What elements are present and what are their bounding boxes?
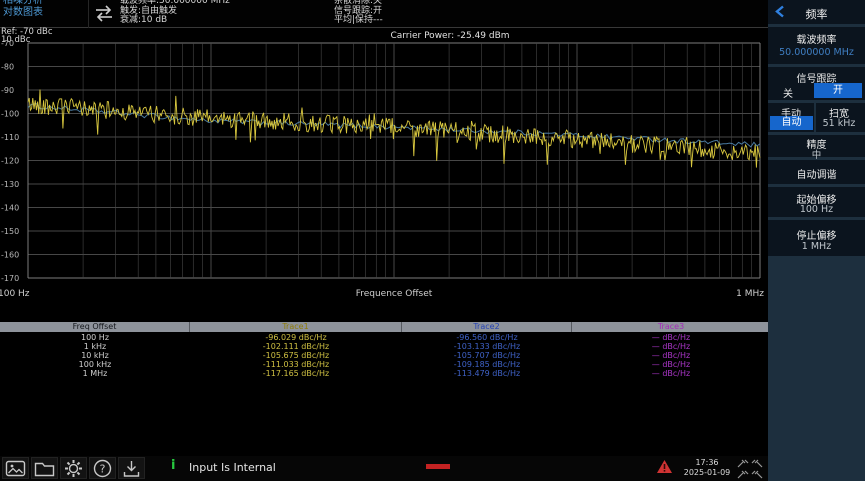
time-label: 17:36 bbox=[680, 458, 734, 468]
signal-tracking-on-option[interactable]: 开 bbox=[814, 83, 862, 98]
cell-trace2: -109.185 dBc/Hz bbox=[402, 360, 572, 369]
svg-text:-160: -160 bbox=[1, 251, 19, 260]
col-header-trace1: Trace1 bbox=[190, 322, 402, 332]
cell-trace2: -113.479 dBc/Hz bbox=[402, 369, 572, 378]
attenuation-readout: 衰减:10 dB bbox=[120, 16, 230, 26]
folder-icon bbox=[34, 460, 55, 477]
cell-trace1: -105.675 dBc/Hz bbox=[190, 351, 402, 360]
screenshot-button[interactable] bbox=[2, 457, 29, 479]
svg-text:-150: -150 bbox=[1, 227, 19, 236]
app-title: 相噪分析 对数图表 bbox=[3, 0, 43, 28]
plug-icon bbox=[737, 459, 749, 468]
svg-text:Frequence Offset: Frequence Offset bbox=[356, 289, 433, 299]
clock[interactable]: 17:36 2025-01-09 bbox=[680, 458, 734, 478]
carrier-frequency-label: 载波频率 bbox=[768, 31, 865, 46]
cell-trace3: — dBc/Hz bbox=[572, 342, 770, 351]
divider bbox=[88, 0, 89, 28]
date-label: 2025-01-09 bbox=[680, 468, 734, 478]
cell-trace1: -117.165 dBc/Hz bbox=[190, 369, 402, 378]
settings-column-1: 载波频率:50.000000 MHz 触发:自由触发 衰减:10 dB bbox=[120, 0, 230, 28]
app-title-line1: 相噪分析 bbox=[3, 0, 43, 7]
input-status-info-icon: i bbox=[171, 458, 175, 473]
cell-trace2: -105.707 dBc/Hz bbox=[402, 351, 572, 360]
col-header-trace3: Trace3 bbox=[572, 322, 770, 332]
connectivity-status bbox=[737, 459, 763, 479]
cell-freq: 100 kHz bbox=[0, 360, 190, 369]
app-title-line2: 对数图表 bbox=[3, 7, 43, 19]
svg-text:?: ? bbox=[100, 462, 106, 475]
settings-button[interactable] bbox=[60, 457, 87, 479]
plug-icon bbox=[737, 470, 749, 479]
span-auto-option[interactable]: 自动 bbox=[770, 116, 813, 130]
table-row: 10 kHz -105.675 dBc/Hz -105.707 dBc/Hz —… bbox=[0, 351, 770, 360]
plug-icon bbox=[751, 459, 763, 468]
cell-freq: 100 Hz bbox=[0, 333, 190, 342]
col-header-freq-offset: Freq Offset bbox=[0, 322, 190, 332]
file-manager-button[interactable] bbox=[31, 457, 58, 479]
svg-text:100 Hz: 100 Hz bbox=[0, 289, 30, 299]
svg-text:-130: -130 bbox=[1, 180, 19, 189]
cell-trace1: -96.029 dBc/Hz bbox=[190, 333, 402, 342]
plug-icon bbox=[751, 470, 763, 479]
gear-icon bbox=[64, 459, 83, 478]
save-icon bbox=[122, 459, 141, 478]
settings-column-2: 杂散消除:关 信号跟踪:开 平均|保持--- bbox=[334, 0, 383, 28]
cell-trace1: -102.111 dBc/Hz bbox=[190, 342, 402, 351]
average-hold-readout: 平均|保持--- bbox=[334, 16, 383, 26]
screenshot-icon bbox=[5, 460, 26, 477]
svg-text:-70: -70 bbox=[1, 40, 14, 48]
help-icon: ? bbox=[93, 459, 112, 478]
stop-offset-label: 停止偏移 bbox=[768, 227, 865, 242]
col-header-trace2: Trace2 bbox=[402, 322, 572, 332]
carrier-frequency-value: 50.000000 MHz bbox=[768, 47, 865, 58]
table-row: 1 MHz -117.165 dBc/Hz -113.479 dBc/Hz — … bbox=[0, 369, 770, 378]
pause-indicator bbox=[426, 464, 450, 469]
table-row: 100 kHz -111.033 dBc/Hz -109.185 dBc/Hz … bbox=[0, 360, 770, 369]
cell-trace3: — dBc/Hz bbox=[572, 360, 770, 369]
cell-trace2: -96.560 dBc/Hz bbox=[402, 333, 572, 342]
save-button[interactable] bbox=[118, 457, 145, 479]
stop-offset-value: 1 MHz bbox=[768, 241, 865, 252]
continuous-sweep-icon[interactable] bbox=[92, 4, 116, 23]
cell-trace2: -103.133 dBc/Hz bbox=[402, 342, 572, 351]
svg-text:-80: -80 bbox=[1, 63, 14, 72]
precision-value: 中 bbox=[768, 147, 865, 161]
top-info-bar: 相噪分析 对数图表 载波频率:50.000000 MHz 触发:自由触发 衰减:… bbox=[0, 0, 768, 28]
cell-trace1: -111.033 dBc/Hz bbox=[190, 360, 402, 369]
svg-text:-90: -90 bbox=[1, 86, 14, 95]
cell-trace3: — dBc/Hz bbox=[572, 351, 770, 360]
table-row: 1 kHz -102.111 dBc/Hz -103.133 dBc/Hz — … bbox=[0, 342, 770, 351]
svg-text:-120: -120 bbox=[1, 157, 19, 166]
svg-text:1 MHz: 1 MHz bbox=[736, 289, 764, 299]
cell-trace3: — dBc/Hz bbox=[572, 369, 770, 378]
auto-tune-label: 自动调谐 bbox=[768, 166, 865, 181]
input-status-text: Input Is Internal bbox=[189, 461, 276, 474]
measurement-table-header: Freq Offset Trace1 Trace2 Trace3 bbox=[0, 322, 770, 332]
help-button[interactable]: ? bbox=[89, 457, 116, 479]
svg-text:-100: -100 bbox=[1, 110, 19, 119]
span-value: 51 kHz bbox=[816, 118, 862, 129]
svg-text:-110: -110 bbox=[1, 133, 19, 142]
cell-freq: 10 kHz bbox=[0, 351, 190, 360]
warning-indicator[interactable] bbox=[656, 459, 673, 474]
table-row: 100 Hz -96.029 dBc/Hz -96.560 dBc/Hz — d… bbox=[0, 333, 770, 342]
svg-text:-140: -140 bbox=[1, 204, 19, 213]
cell-freq: 1 MHz bbox=[0, 369, 190, 378]
phase-noise-chart: -70 -80 -90 -100 -110 -120 -130 -140 -150 -160 -17… bbox=[0, 40, 770, 302]
start-offset-value: 100 Hz bbox=[768, 204, 865, 215]
cell-trace3: — dBc/Hz bbox=[572, 333, 770, 342]
sidebar-title: 频率 bbox=[768, 6, 865, 22]
signal-tracking-off-option[interactable]: 关 bbox=[770, 85, 806, 100]
svg-text:-170: -170 bbox=[1, 274, 19, 283]
cell-freq: 1 kHz bbox=[0, 342, 190, 351]
warning-triangle-icon bbox=[656, 459, 673, 474]
